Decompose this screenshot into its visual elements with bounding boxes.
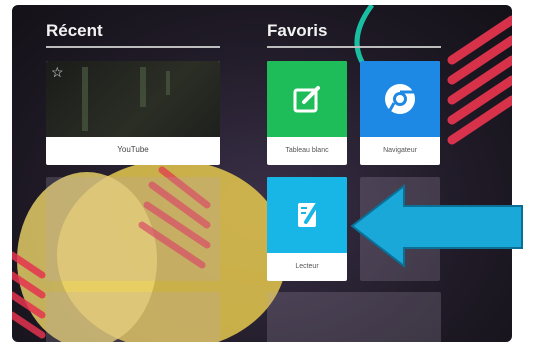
recent-empty-slot: [46, 292, 220, 342]
recent-divider: [46, 46, 220, 48]
favorite-label: Tableau blanc: [285, 147, 329, 154]
favorite-tableau-blanc[interactable]: Tableau blanc: [267, 61, 347, 165]
pointer-arrow-annotation: [350, 183, 523, 269]
recent-heading: Récent: [46, 21, 103, 40]
recent-empty-slot: [46, 177, 220, 281]
favorite-empty-slot: [267, 292, 441, 342]
favorite-lecteur[interactable]: Lecteur: [267, 177, 347, 281]
chrome-browser-icon: [360, 61, 440, 137]
favorite-label: Lecteur: [295, 263, 319, 270]
recent-item-youtube[interactable]: ☆ YouTube: [46, 61, 220, 165]
whiteboard-edit-icon: [267, 61, 347, 137]
favorite-navigateur[interactable]: Navigateur: [360, 61, 440, 165]
recent-thumbnail: ☆: [46, 61, 220, 137]
tv-screen: Récent Favoris ☆ YouTube Tableau blanc N…: [12, 5, 512, 342]
star-icon[interactable]: ☆: [51, 64, 64, 81]
recent-item-label: YouTube: [117, 145, 149, 154]
reader-notebook-icon: [267, 177, 347, 253]
favorites-divider: [267, 46, 441, 48]
favorites-heading: Favoris: [267, 21, 328, 40]
favorite-label: Navigateur: [383, 147, 417, 154]
